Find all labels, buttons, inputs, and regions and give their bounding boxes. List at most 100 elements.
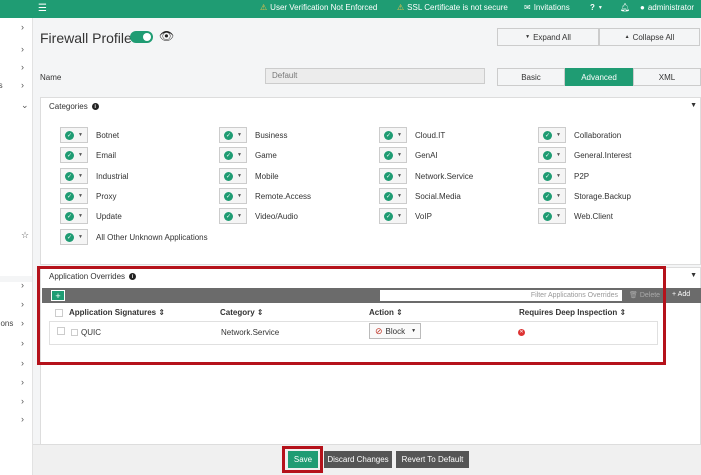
category-action-dropdown[interactable]: ✓ ▼ — [219, 208, 247, 224]
caret-down-icon: ▼ — [397, 173, 402, 179]
chevron-right-icon[interactable]: › — [21, 62, 24, 72]
chevron-right-icon[interactable]: › — [21, 377, 24, 387]
discard-changes-button[interactable]: Discard Changes — [324, 451, 392, 468]
check-icon: ✓ — [384, 130, 393, 140]
category-action-dropdown[interactable]: ✓ ▼ — [60, 168, 88, 184]
category-action-dropdown[interactable]: ✓ ▼ — [379, 188, 407, 204]
page-title: Firewall Profile — [40, 30, 132, 46]
category-action-dropdown[interactable]: ✓ ▼ — [538, 127, 566, 143]
mode-xml-button[interactable]: XML — [633, 68, 701, 86]
check-icon: ✓ — [384, 191, 393, 201]
category-action-dropdown[interactable]: ✓ ▼ — [219, 168, 247, 184]
category-action-dropdown[interactable]: ✓ ▼ — [379, 208, 407, 224]
category-action-dropdown[interactable]: ✓ ▼ — [538, 168, 566, 184]
star-icon[interactable]: ☆ — [21, 230, 29, 241]
nav-label-nts[interactable]: nts — [0, 81, 3, 90]
category-action-dropdown[interactable]: ✓ ▼ — [60, 208, 88, 224]
chevron-right-icon[interactable]: › — [21, 318, 24, 328]
category-action-dropdown[interactable]: ✓ ▼ — [379, 168, 407, 184]
category-label: P2P — [574, 171, 590, 181]
menu-icon[interactable]: ☰ — [38, 3, 47, 14]
caret-down-icon: ▼ — [78, 213, 83, 219]
category-action-dropdown[interactable]: ✓ ▼ — [219, 147, 247, 163]
caret-up-icon: ▲ — [624, 34, 630, 40]
category-action-dropdown[interactable]: ✓ ▼ — [219, 127, 247, 143]
category-label: GenAI — [415, 150, 438, 160]
revert-to-default-button[interactable]: Revert To Default — [396, 451, 469, 468]
check-icon: ✓ — [543, 171, 552, 181]
caret-down-icon: ▼ — [556, 152, 561, 158]
caret-down-icon: ▼ — [556, 193, 561, 199]
mode-advanced-button[interactable]: Advanced — [565, 68, 633, 86]
verification-warning-text: User Verification Not Enforced — [270, 3, 378, 12]
envelope-icon: ✉ — [524, 3, 531, 12]
caret-down-icon: ▼ — [237, 132, 242, 138]
chevron-right-icon[interactable]: › — [21, 44, 24, 54]
category-item: ✓ ▼ GenAI — [379, 147, 438, 163]
ssl-warning[interactable]: ⚠ SSL Certificate is not secure — [397, 3, 508, 12]
chevron-right-icon[interactable]: › — [21, 338, 24, 348]
profile-enabled-toggle[interactable] — [130, 31, 153, 43]
verification-warning[interactable]: ⚠ User Verification Not Enforced — [260, 3, 377, 12]
warning-icon: ⚠ — [260, 3, 268, 12]
eye-icon[interactable]: 👁︎ — [159, 29, 174, 43]
name-field[interactable]: Default — [265, 68, 485, 84]
category-action-dropdown[interactable]: ✓ ▼ — [60, 229, 88, 245]
chevron-right-icon[interactable]: › — [21, 358, 24, 368]
main-content: Firewall Profile 👁︎ ▼ Expand All ▲ Colla… — [33, 18, 701, 475]
expand-all-button[interactable]: ▼ Expand All — [497, 28, 599, 46]
category-item: ✓ ▼ Storage.Backup — [538, 188, 631, 204]
expand-all-label: Expand All — [533, 32, 571, 42]
category-action-dropdown[interactable]: ✓ ▼ — [60, 147, 88, 163]
add-button[interactable]: + Add — [672, 291, 690, 298]
user-icon: ● — [640, 3, 645, 12]
categories-header[interactable]: Categories i — [49, 102, 99, 111]
collapse-all-button[interactable]: ▲ Collapse All — [599, 28, 700, 46]
category-item: ✓ ▼ Network.Service — [379, 168, 473, 184]
caret-down-icon: ▼ — [556, 132, 561, 138]
save-button[interactable]: Save — [288, 451, 318, 468]
mode-basic-button[interactable]: Basic — [497, 68, 565, 86]
category-item: ✓ ▼ Game — [219, 147, 277, 163]
chevron-down-icon[interactable]: ⌄ — [21, 100, 29, 111]
category-item: ✓ ▼ VoIP — [379, 208, 432, 224]
check-icon: ✓ — [543, 191, 552, 201]
category-item: ✓ ▼ Collaboration — [538, 127, 621, 143]
chevron-right-icon[interactable]: › — [21, 280, 24, 290]
help-menu[interactable]: ? ▼ — [590, 3, 603, 12]
category-action-dropdown[interactable]: ✓ ▼ — [60, 188, 88, 204]
category-label: Web.Client — [574, 211, 613, 221]
chevron-right-icon[interactable]: › — [21, 22, 24, 32]
caret-down-icon: ▼ — [237, 213, 242, 219]
category-action-dropdown[interactable]: ✓ ▼ — [538, 147, 566, 163]
chevron-right-icon[interactable]: › — [21, 299, 24, 309]
category-action-dropdown[interactable]: ✓ ▼ — [219, 188, 247, 204]
chevron-right-icon[interactable]: › — [21, 414, 24, 424]
caret-down-icon: ▼ — [78, 132, 83, 138]
nav-label-ations[interactable]: ations — [0, 319, 13, 328]
caret-down-icon: ▼ — [78, 173, 83, 179]
chevron-right-icon[interactable]: › — [21, 80, 24, 90]
category-action-dropdown[interactable]: ✓ ▼ — [379, 127, 407, 143]
invitations-link[interactable]: ✉ Invitations — [524, 3, 570, 12]
caret-down-icon[interactable]: ▼ — [690, 272, 697, 279]
caret-down-icon[interactable]: ▼ — [690, 102, 697, 109]
category-item: ✓ ▼ Proxy — [60, 188, 116, 204]
category-action-dropdown[interactable]: ✓ ▼ — [538, 208, 566, 224]
check-icon: ✓ — [65, 130, 74, 140]
caret-down-icon: ▼ — [78, 234, 83, 240]
bell-icon[interactable]: 🔔︎ — [620, 3, 630, 12]
check-icon: ✓ — [224, 191, 233, 201]
category-label: Botnet — [96, 130, 120, 140]
category-action-dropdown[interactable]: ✓ ▼ — [538, 188, 566, 204]
category-item: ✓ ▼ Video/Audio — [219, 208, 298, 224]
chevron-right-icon[interactable]: › — [21, 396, 24, 406]
check-icon: ✓ — [65, 171, 74, 181]
caret-down-icon: ▼ — [525, 34, 531, 40]
info-icon[interactable]: i — [91, 103, 99, 110]
category-action-dropdown[interactable]: ✓ ▼ — [60, 127, 88, 143]
category-action-dropdown[interactable]: ✓ ▼ — [379, 147, 407, 163]
top-bar: ☰ ⚠ User Verification Not Enforced ⚠ SSL… — [0, 0, 701, 18]
category-label: Business — [255, 130, 288, 140]
user-menu[interactable]: ● administrator — [640, 3, 694, 12]
